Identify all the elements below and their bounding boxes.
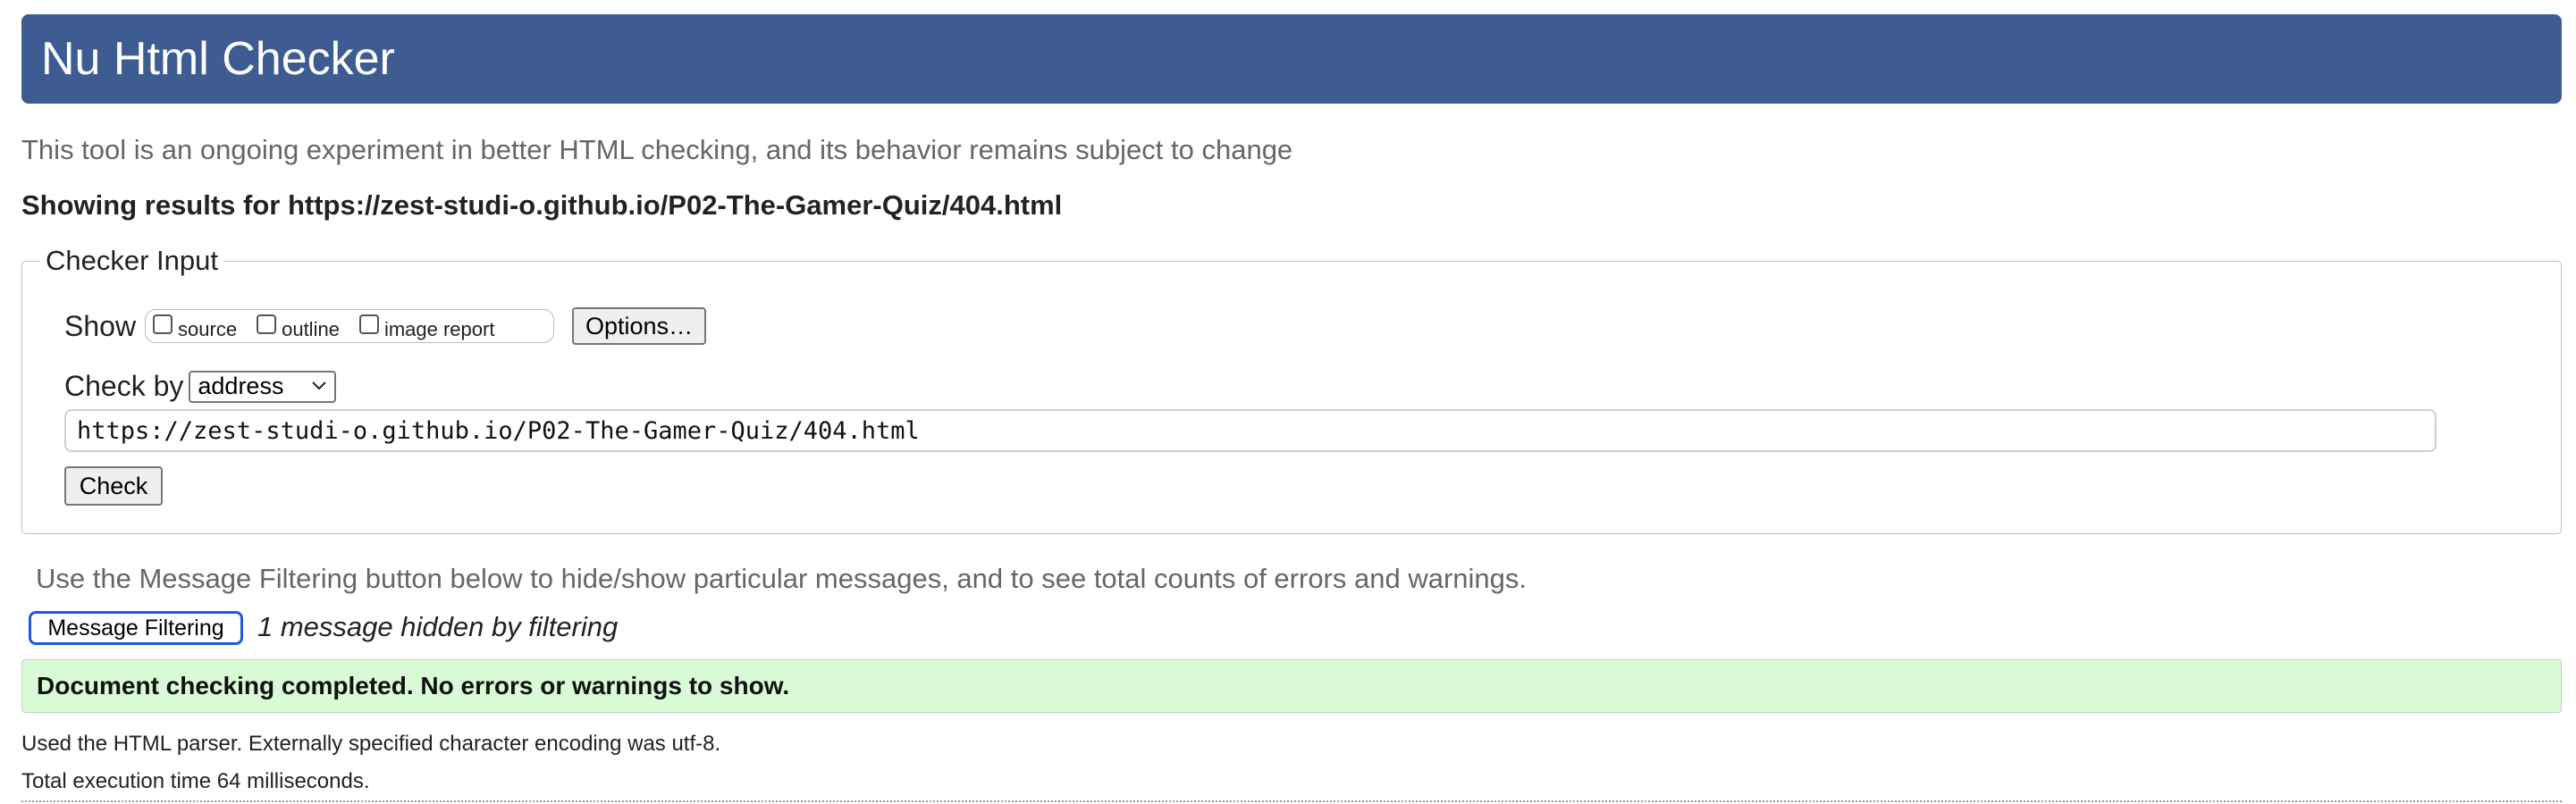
show-outline-option[interactable]: outline (257, 314, 340, 340)
filtering-note: Use the Message Filtering button below t… (36, 563, 1528, 594)
parser-info: Used the HTML parser. Externally specifi… (21, 732, 721, 756)
show-options-group: source outline image report (145, 309, 555, 343)
check-by-label: Check by (64, 370, 184, 402)
source-checkbox[interactable] (153, 314, 173, 334)
show-label: Show (64, 309, 137, 342)
check-by-selected-value: address (198, 373, 284, 399)
intro-text: This tool is an ongoing experiment in be… (21, 134, 1293, 165)
show-image-report-option[interactable]: image report (358, 314, 495, 340)
page-title: Nu Html Checker (41, 33, 395, 85)
results-heading: Showing results for https://zest-studi-o… (21, 189, 1062, 222)
results-prefix: Showing results for (21, 189, 288, 221)
check-by-select[interactable]: address (189, 370, 337, 403)
message-filtering-button[interactable]: Message Filtering (29, 611, 243, 645)
check-by-row: Check by address (64, 370, 337, 403)
image-report-checkbox[interactable] (358, 314, 379, 334)
outline-checkbox-label: outline (282, 318, 340, 340)
chevron-down-icon (311, 376, 327, 397)
check-button[interactable]: Check (64, 466, 163, 506)
page-header: Nu Html Checker (21, 14, 2562, 104)
source-checkbox-label: source (178, 318, 238, 340)
results-url: https://zest-studi-o.github.io/P02-The-G… (287, 189, 1063, 221)
outline-checkbox[interactable] (257, 314, 277, 334)
show-row: Show source outline image report Options… (64, 307, 707, 345)
checker-input-legend: Checker Input (46, 245, 218, 276)
image-report-checkbox-label: image report (383, 318, 495, 340)
hidden-messages-note: 1 message hidden by filtering (257, 611, 619, 642)
execution-details: Used the HTML parser. Externally specifi… (21, 725, 720, 800)
show-source-option[interactable]: source (153, 314, 238, 340)
url-input[interactable]: https://zest-studi-o.github.io/P02-The-G… (64, 409, 2437, 452)
execution-time: Total execution time 64 milliseconds. (21, 769, 370, 793)
success-status-banner: Document checking completed. No errors o… (21, 659, 2562, 713)
divider (21, 800, 2562, 802)
checker-input-fieldset: Checker Input (21, 245, 2562, 534)
options-button[interactable]: Options… (572, 307, 707, 345)
